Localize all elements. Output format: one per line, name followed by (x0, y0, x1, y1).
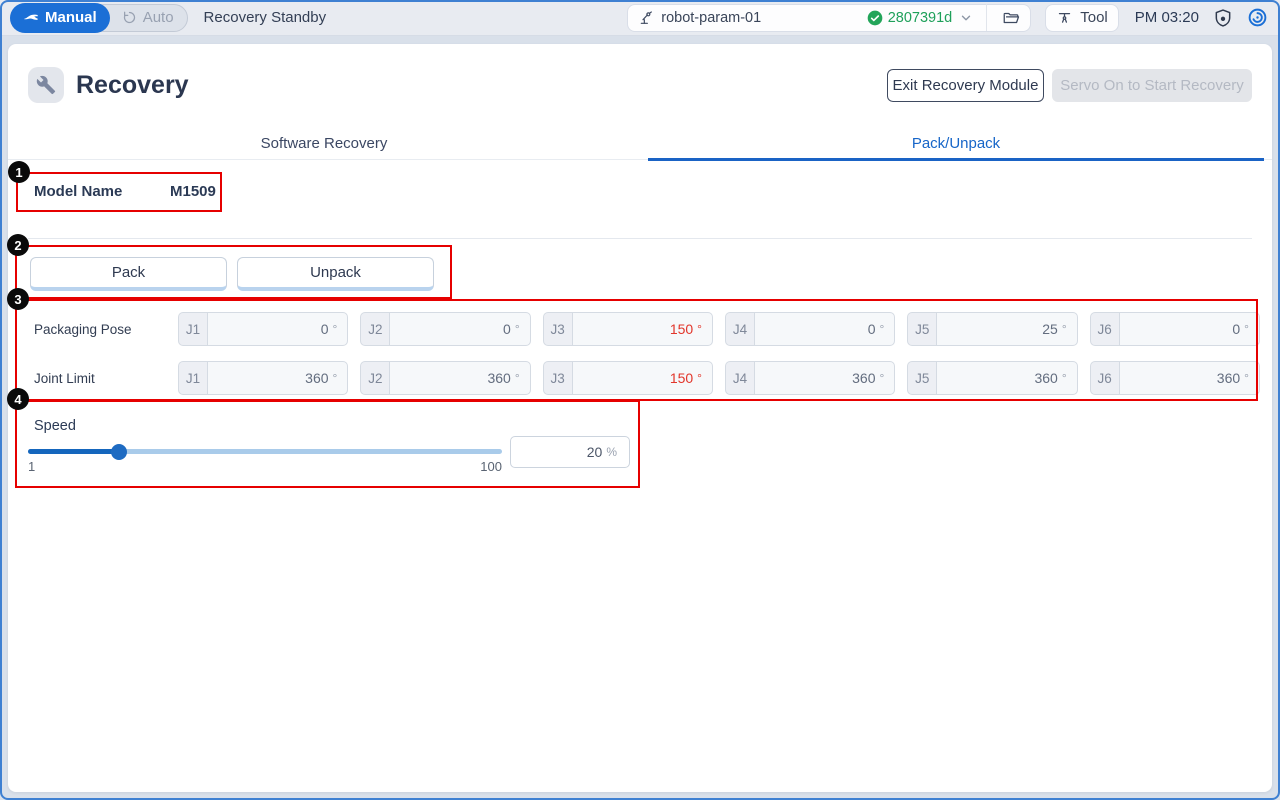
joint-value-field[interactable]: 360° (1119, 361, 1260, 395)
speed-value: 20 (587, 444, 603, 460)
model-name-value: M1509 (170, 183, 216, 200)
robot-arm-icon (638, 10, 654, 26)
joint-input-group: J6 360° (1090, 361, 1260, 395)
joint-label: J3 (543, 361, 572, 395)
servo-on-button: Servo On to Start Recovery (1052, 69, 1252, 102)
tool-flange-icon (1056, 9, 1073, 26)
folder-open-icon[interactable] (1002, 9, 1020, 27)
joint-label: J5 (907, 361, 936, 395)
pack-button[interactable]: Pack (30, 257, 227, 291)
joint-input-group: J5 25° (907, 312, 1077, 346)
joint-label: J1 (178, 312, 207, 346)
joint-value-field[interactable]: 0° (389, 312, 530, 346)
speed-value-field[interactable]: 20 % (510, 436, 630, 468)
exit-recovery-module-button[interactable]: Exit Recovery Module (887, 69, 1044, 102)
speed-max-label: 100 (474, 459, 502, 474)
speed-unit: % (606, 445, 617, 459)
joint-value-field[interactable]: 360° (936, 361, 1077, 395)
auto-mode-button[interactable]: Auto (109, 4, 187, 32)
wrench-icon (28, 67, 64, 103)
auto-mode-label: Auto (143, 9, 174, 26)
top-status-bar: Manual Auto Recovery Standby robot-param… (0, 0, 1280, 36)
joint-label: J1 (178, 361, 207, 395)
joint-label: J4 (725, 312, 754, 346)
joint-value-field[interactable]: 0° (207, 312, 348, 346)
joint-input-group: J3 150° (543, 312, 713, 346)
joint-label: J3 (543, 312, 572, 346)
joint-value-field[interactable]: 25° (936, 312, 1077, 346)
tool-settings-button[interactable]: Tool (1045, 4, 1119, 32)
joint-input-group: J1 0° (178, 312, 348, 346)
clock-time: PM 03:20 (1135, 9, 1199, 26)
joint-value-field[interactable]: 0° (1119, 312, 1260, 346)
section-divider (28, 238, 1252, 239)
joint-label: J4 (725, 361, 754, 395)
joint-value-field[interactable]: 360° (389, 361, 530, 395)
joint-input-group: J6 0° (1090, 312, 1260, 346)
joint-value-field[interactable]: 150° (572, 312, 713, 346)
manual-hand-icon (23, 10, 39, 26)
joint-label: J6 (1090, 312, 1119, 346)
recovery-tabbar: Software Recovery Pack/Unpack (8, 128, 1272, 160)
param-version-hash: 2807391d (888, 10, 953, 26)
joint-label: J6 (1090, 361, 1119, 395)
check-circle-icon (867, 10, 883, 26)
model-name-label: Model Name (34, 183, 122, 200)
joint-limit-label: Joint Limit (34, 371, 95, 386)
joint-value-field[interactable]: 360° (754, 361, 895, 395)
tab-pack-unpack[interactable]: Pack/Unpack (640, 128, 1272, 159)
joint-input-group: J4 360° (725, 361, 895, 395)
manual-mode-button[interactable]: Manual (10, 3, 110, 33)
joint-input-group: J4 0° (725, 312, 895, 346)
joint-value-field[interactable]: 360° (207, 361, 348, 395)
tool-label: Tool (1080, 9, 1108, 26)
mode-toggle: Manual Auto (10, 4, 188, 32)
joint-input-group: J1 360° (178, 361, 348, 395)
joint-value-field[interactable]: 150° (572, 361, 713, 395)
joint-label: J2 (360, 361, 389, 395)
joint-label: J5 (907, 312, 936, 346)
manual-mode-label: Manual (45, 9, 97, 26)
speed-slider[interactable] (28, 442, 502, 460)
speed-slider-fill (28, 449, 119, 454)
speed-slider-handle[interactable] (111, 444, 127, 460)
chevron-down-icon[interactable] (959, 11, 973, 25)
packaging-pose-row: J1 0° J2 0° J3 150° J4 0° J5 25° J6 0° (178, 312, 1260, 346)
pill-divider (986, 4, 987, 31)
robot-status-text: Recovery Standby (204, 9, 327, 26)
collaboration-speed-icon[interactable] (1247, 7, 1268, 28)
auto-cycle-icon (122, 10, 137, 25)
joint-input-group: J2 360° (360, 361, 530, 395)
speed-label: Speed (34, 418, 76, 434)
param-file-name: robot-param-01 (661, 10, 761, 26)
joint-input-group: J5 360° (907, 361, 1077, 395)
robot-param-selector[interactable]: robot-param-01 2807391d (627, 4, 1031, 32)
speed-min-label: 1 (28, 459, 35, 474)
joint-label: J2 (360, 312, 389, 346)
recovery-panel: Recovery Exit Recovery Module Servo On t… (8, 44, 1272, 792)
joint-input-group: J3 150° (543, 361, 713, 395)
unpack-button[interactable]: Unpack (237, 257, 434, 291)
joint-limit-row: J1 360° J2 360° J3 150° J4 360° J5 360° … (178, 361, 1260, 395)
joint-input-group: J2 0° (360, 312, 530, 346)
packaging-pose-label: Packaging Pose (34, 322, 132, 337)
joint-value-field[interactable]: 0° (754, 312, 895, 346)
page-title: Recovery (76, 71, 189, 100)
safety-shield-icon[interactable] (1213, 8, 1233, 28)
tab-software-recovery[interactable]: Software Recovery (8, 128, 640, 159)
